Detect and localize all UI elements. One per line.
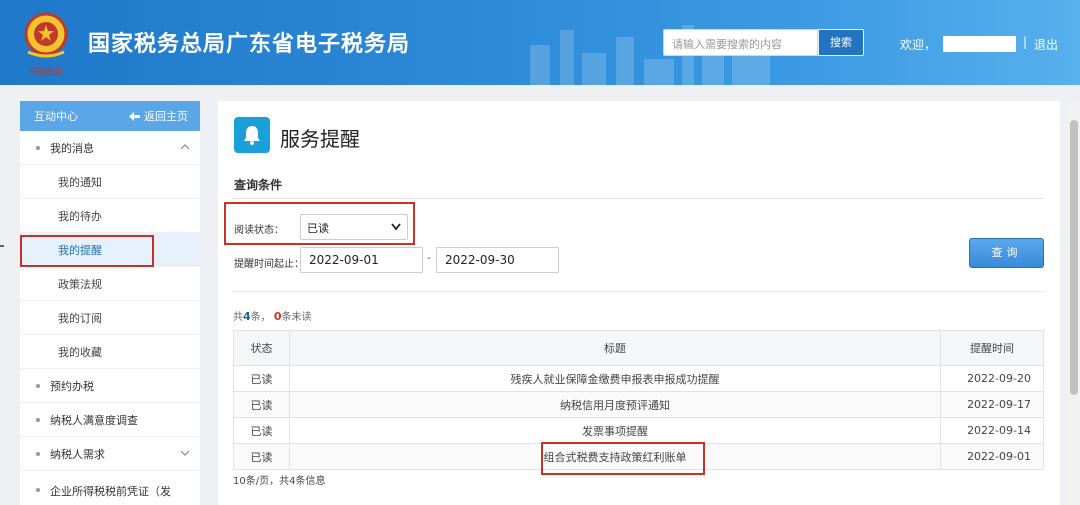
sidebar-group-pretax-vouchers[interactable]: 企业所得税税前凭证（发 <box>20 471 200 505</box>
chevron-down-icon <box>180 450 190 456</box>
bullet-icon <box>36 451 40 456</box>
bell-icon <box>244 126 260 145</box>
masked-username <box>943 36 1016 52</box>
highlight-box-read-status <box>224 202 415 245</box>
column-header-status: 状态 <box>233 330 290 366</box>
column-header-title: 标题 <box>289 330 941 366</box>
table-row[interactable]: 已读 发票事项提醒 2022-09-14 <box>233 417 1044 444</box>
page-title: 服务提醒 <box>280 127 360 151</box>
sidebar-item-label: 政策法规 <box>58 277 102 291</box>
sidebar-group-label: 纳税人需求 <box>50 447 105 461</box>
sidebar-group-satisfaction-survey[interactable]: 纳税人满意度调查 <box>20 403 200 437</box>
date-from-input[interactable]: 2022-09-01 <box>300 247 423 273</box>
column-header-date: 提醒时间 <box>940 330 1044 366</box>
sidebar-item-my-favorites[interactable]: 我的收藏 <box>20 335 200 369</box>
sidebar: 互动中心 返回主页 我的消息 我的通知 我的待办 我的提醒 政策法规 我的订阅 … <box>20 101 200 505</box>
sidebar-item-label: 我的收藏 <box>58 345 102 359</box>
sidebar-group-my-messages[interactable]: 我的消息 <box>20 131 200 165</box>
edge-mark <box>0 245 4 247</box>
summary-unread-suffix: 条未读 <box>281 312 312 323</box>
sidebar-item-label: 我的订阅 <box>58 311 102 325</box>
back-arrow-icon <box>129 111 140 121</box>
sidebar-title: 互动中心 <box>34 110 78 123</box>
bullet-icon <box>36 488 40 492</box>
time-range-label: 提醒时间起止： <box>234 259 304 270</box>
sidebar-header: 互动中心 返回主页 <box>20 101 200 131</box>
cell-status: 已读 <box>233 443 290 470</box>
sidebar-item-my-notices[interactable]: 我的通知 <box>20 165 200 199</box>
result-summary: 共4条， 0条未读 <box>233 308 312 323</box>
divider <box>232 291 1044 292</box>
page-icon <box>234 117 270 153</box>
date-range-dash: - <box>427 251 431 264</box>
date-to-input[interactable]: 2022-09-30 <box>436 247 559 273</box>
cell-status: 已读 <box>233 391 290 418</box>
sidebar-item-label: 我的待办 <box>58 209 102 223</box>
table-header-row: 状态 标题 提醒时间 <box>233 330 1044 366</box>
cell-status: 已读 <box>233 365 290 392</box>
cell-date: 2022-09-17 <box>940 391 1044 418</box>
pager-info: 10条/页，共4条信息 <box>233 476 326 487</box>
svg-text:中国税务: 中国税务 <box>30 66 62 76</box>
cell-date: 2022-09-20 <box>940 365 1044 392</box>
sidebar-item-my-subscriptions[interactable]: 我的订阅 <box>20 301 200 335</box>
cell-status: 已读 <box>233 417 290 444</box>
sidebar-group-label: 我的消息 <box>50 141 94 155</box>
sidebar-group-taxpayer-needs[interactable]: 纳税人需求 <box>20 437 200 471</box>
sidebar-item-policies[interactable]: 政策法规 <box>20 267 200 301</box>
search-input[interactable]: 请输入需要搜索的内容 <box>663 29 818 56</box>
summary-unread: 0 <box>273 310 282 323</box>
sidebar-item-label: 我的通知 <box>58 175 102 189</box>
cell-title-link[interactable]: 纳税信用月度预评通知 <box>289 391 941 418</box>
highlight-box-sidebar <box>20 235 154 267</box>
back-home-label: 返回主页 <box>144 110 188 123</box>
sidebar-group-label: 预约办税 <box>50 379 94 393</box>
cell-title-link[interactable]: 发票事项提醒 <box>289 417 941 444</box>
search-button[interactable]: 搜索 <box>818 29 864 56</box>
summary-total-suffix: 条， <box>250 312 271 323</box>
chevron-up-icon <box>180 144 190 150</box>
divider <box>232 198 1044 199</box>
query-button[interactable]: 查询 <box>969 238 1044 268</box>
sidebar-group-label: 企业所得税税前凭证（发 <box>50 485 171 498</box>
cell-date: 2022-09-14 <box>940 417 1044 444</box>
table-row[interactable]: 已读 纳税信用月度预评通知 2022-09-17 <box>233 391 1044 418</box>
summary-prefix: 共 <box>233 312 243 323</box>
cell-date: 2022-09-01 <box>940 443 1044 470</box>
bullet-icon <box>36 383 40 388</box>
sidebar-group-label: 纳税人满意度调查 <box>50 413 138 427</box>
table-row[interactable]: 已读 残疾人就业保障金缴费申报表申报成功提醒 2022-09-20 <box>233 365 1044 392</box>
summary-total: 4 <box>243 310 251 323</box>
welcome-text: 欢迎， <box>900 38 937 52</box>
back-home-link[interactable]: 返回主页 <box>129 108 188 124</box>
sidebar-item-my-todos[interactable]: 我的待办 <box>20 199 200 233</box>
cell-title-link[interactable]: 残疾人就业保障金缴费申报表申报成功提醒 <box>289 365 941 392</box>
header-separator: | <box>1023 35 1028 49</box>
site-title: 国家税务总局广东省电子税务局 <box>88 32 411 57</box>
highlight-box-table-row <box>541 442 705 475</box>
scrollbar-thumb[interactable] <box>1070 120 1078 395</box>
bullet-icon <box>36 417 40 422</box>
top-header: 中国税务 国家税务总局广东省电子税务局 请输入需要搜索的内容 搜索 欢迎， | … <box>0 0 1080 85</box>
tax-emblem-logo: 中国税务 <box>24 12 68 76</box>
conditions-title: 查询条件 <box>234 178 283 192</box>
sidebar-group-tax-appointment[interactable]: 预约办税 <box>20 369 200 403</box>
bullet-icon <box>36 145 40 150</box>
logout-link[interactable]: 退出 <box>1034 36 1058 53</box>
